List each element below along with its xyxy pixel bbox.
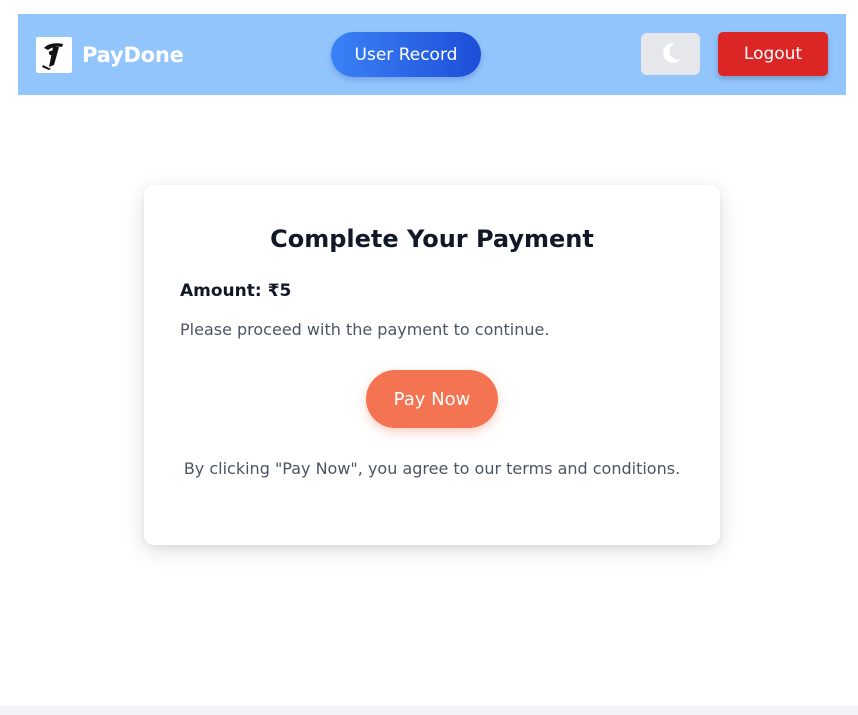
theme-toggle-button[interactable] [641, 33, 700, 75]
amount-label: Amount: [180, 281, 262, 301]
page-footer-strip [0, 706, 858, 715]
brand-name: PayDone [82, 43, 184, 67]
payment-card: Complete Your Payment Amount: ₹5 Please p… [144, 185, 720, 545]
payment-instructions: Please proceed with the payment to conti… [180, 320, 550, 339]
terms-notice: By clicking "Pay Now", you agree to our … [183, 459, 681, 478]
payment-title: Complete Your Payment [270, 225, 594, 253]
top-navbar: PayDone User Record Logout [18, 14, 846, 95]
payment-page: PayDone User Record Logout Complete Your… [0, 0, 858, 715]
brand[interactable]: PayDone [36, 37, 184, 73]
amount-row: Amount: ₹5 [180, 281, 291, 301]
brand-logo-icon [36, 37, 72, 73]
amount-value: ₹5 [267, 281, 292, 301]
pay-now-button[interactable]: Pay Now [366, 370, 498, 428]
logout-button[interactable]: Logout [718, 32, 828, 76]
user-record-button[interactable]: User Record [331, 32, 481, 77]
moon-icon [658, 40, 684, 69]
